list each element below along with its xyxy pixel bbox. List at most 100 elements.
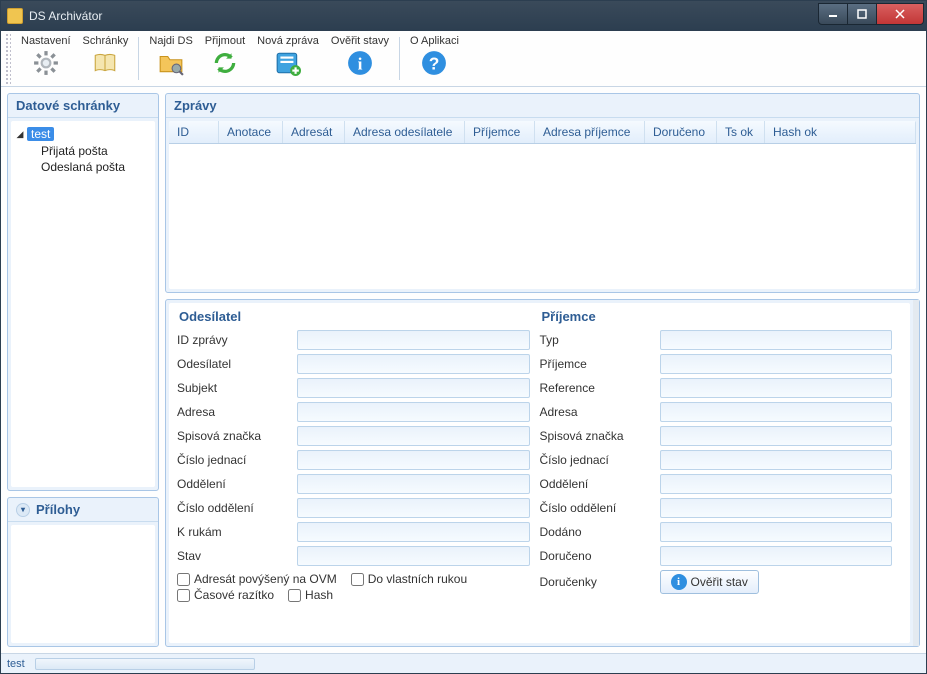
label-sender-filemark: Spisová značka	[177, 429, 297, 443]
mailbox-tree: ◢ test Přijatá pošta Odeslaná pošta	[11, 121, 155, 181]
checkbox-timestamp[interactable]: Časové razítko	[177, 588, 274, 602]
receive-button[interactable]: Přijmout	[199, 33, 251, 84]
checkbox-hash[interactable]: Hash	[288, 588, 333, 602]
window-title: DS Archivátor	[29, 9, 819, 23]
label-acknowledgements: Doručenky	[540, 575, 660, 589]
label-msg-id: ID zprávy	[177, 333, 297, 347]
about-button[interactable]: O Aplikaci ?	[404, 33, 465, 84]
input-msg-id[interactable]	[297, 330, 530, 350]
input-reference[interactable]	[660, 378, 893, 398]
input-received[interactable]	[660, 546, 893, 566]
find-ds-button[interactable]: Najdi DS	[143, 33, 198, 84]
mailboxes-panel: Datové schránky ◢ test Přijatá pošta Ode…	[7, 93, 159, 491]
input-subject[interactable]	[297, 378, 530, 398]
input-recipient-deptnum[interactable]	[660, 498, 893, 518]
col-sender-address[interactable]: Adresa odesílatele	[345, 121, 465, 143]
collapse-icon[interactable]: ◢	[15, 129, 25, 140]
toolbar: Nastavení Schránky Najdi DS Přijmout	[1, 31, 926, 87]
label-recipient-refnum: Číslo jednací	[540, 453, 660, 467]
label-delivered: Dodáno	[540, 525, 660, 539]
input-state[interactable]	[297, 546, 530, 566]
details-panel: Odesílatel ID zprávy Odesílatel Subjekt …	[165, 299, 920, 647]
gear-icon	[32, 49, 60, 77]
input-recipient-dept[interactable]	[660, 474, 893, 494]
label-sender-refnum: Číslo jednací	[177, 453, 297, 467]
titlebar: DS Archivátor	[1, 1, 926, 31]
label-recipient-deptnum: Číslo oddělení	[540, 501, 660, 515]
checkbox-ovm[interactable]: Adresát povýšený na OVM	[177, 572, 337, 586]
label-recipient: Příjemce	[540, 357, 660, 371]
folder-search-icon	[157, 49, 185, 77]
input-sender-refnum[interactable]	[297, 450, 530, 470]
new-message-button[interactable]: Nová zpráva	[251, 33, 325, 84]
col-delivered[interactable]: Doručeno	[645, 121, 717, 143]
label-received: Doručeno	[540, 549, 660, 563]
toolbar-separator	[399, 37, 400, 80]
messages-grid-header: ID Anotace Adresát Adresa odesílatele Př…	[169, 121, 916, 144]
label-sender: Odesílatel	[177, 357, 297, 371]
attachments-header: Přílohy	[36, 502, 80, 517]
label-reference: Reference	[540, 381, 660, 395]
progress-bar	[35, 658, 255, 670]
sender-section-title: Odesílatel	[177, 309, 540, 324]
close-button[interactable]	[876, 3, 924, 25]
messages-panel: Zprávy ID Anotace Adresát Adresa odesíla…	[165, 93, 920, 293]
toolbar-separator	[138, 37, 139, 80]
col-receiver-address[interactable]: Adresa příjemce	[535, 121, 645, 143]
input-sender-address[interactable]	[297, 402, 530, 422]
col-annotation[interactable]: Anotace	[219, 121, 283, 143]
tree-item-sent[interactable]: Odeslaná pošta	[41, 159, 151, 175]
maximize-button[interactable]	[847, 3, 877, 25]
settings-button[interactable]: Nastavení	[15, 33, 77, 84]
scrollbar[interactable]	[913, 300, 919, 646]
checkbox-own-hands[interactable]: Do vlastních rukou	[351, 572, 467, 586]
chevron-down-icon[interactable]: ▾	[16, 503, 30, 517]
messages-title: Zprávy	[166, 94, 919, 118]
verify-states-button[interactable]: Ověřit stavy i	[325, 33, 395, 84]
help-icon: ?	[420, 49, 448, 77]
minimize-button[interactable]	[818, 3, 848, 25]
app-icon	[7, 8, 23, 24]
label-subject: Subjekt	[177, 381, 297, 395]
label-recipient-filemark: Spisová značka	[540, 429, 660, 443]
status-text: test	[7, 658, 25, 670]
attachments-panel: ▾ Přílohy	[7, 497, 159, 647]
label-recipient-dept: Oddělení	[540, 477, 660, 491]
svg-text:i: i	[358, 55, 363, 74]
input-to-hands[interactable]	[297, 522, 530, 542]
input-recipient-address[interactable]	[660, 402, 893, 422]
label-recipient-address: Adresa	[540, 405, 660, 419]
input-recipient-refnum[interactable]	[660, 450, 893, 470]
svg-text:?: ?	[429, 54, 440, 74]
verify-state-button[interactable]: i Ověřit stav	[660, 570, 759, 594]
label-type: Typ	[540, 333, 660, 347]
label-sender-address: Adresa	[177, 405, 297, 419]
input-sender[interactable]	[297, 354, 530, 374]
book-icon	[91, 49, 119, 77]
label-to-hands: K rukám	[177, 525, 297, 539]
toolbar-grip[interactable]	[5, 33, 11, 84]
col-id[interactable]: ID	[169, 121, 219, 143]
input-sender-filemark[interactable]	[297, 426, 530, 446]
info-icon: i	[671, 574, 687, 590]
col-hash-ok[interactable]: Hash ok	[765, 121, 916, 143]
col-ts-ok[interactable]: Ts ok	[717, 121, 765, 143]
tree-item-inbox[interactable]: Přijatá pošta	[41, 143, 151, 159]
col-receiver[interactable]: Příjemce	[465, 121, 535, 143]
mailboxes-button[interactable]: Schránky	[77, 33, 135, 84]
col-recipient[interactable]: Adresát	[283, 121, 345, 143]
input-recipient-filemark[interactable]	[660, 426, 893, 446]
input-delivered[interactable]	[660, 522, 893, 542]
label-state: Stav	[177, 549, 297, 563]
input-sender-dept[interactable]	[297, 474, 530, 494]
input-recipient[interactable]	[660, 354, 893, 374]
new-message-icon	[274, 49, 302, 77]
statusbar: test	[1, 653, 926, 673]
refresh-icon	[211, 49, 239, 77]
input-type[interactable]	[660, 330, 893, 350]
input-sender-deptnum[interactable]	[297, 498, 530, 518]
messages-grid-body[interactable]	[169, 144, 916, 289]
recipient-section-title: Příjemce	[540, 309, 903, 324]
info-icon: i	[346, 49, 374, 77]
tree-root[interactable]: ◢ test	[15, 127, 151, 141]
